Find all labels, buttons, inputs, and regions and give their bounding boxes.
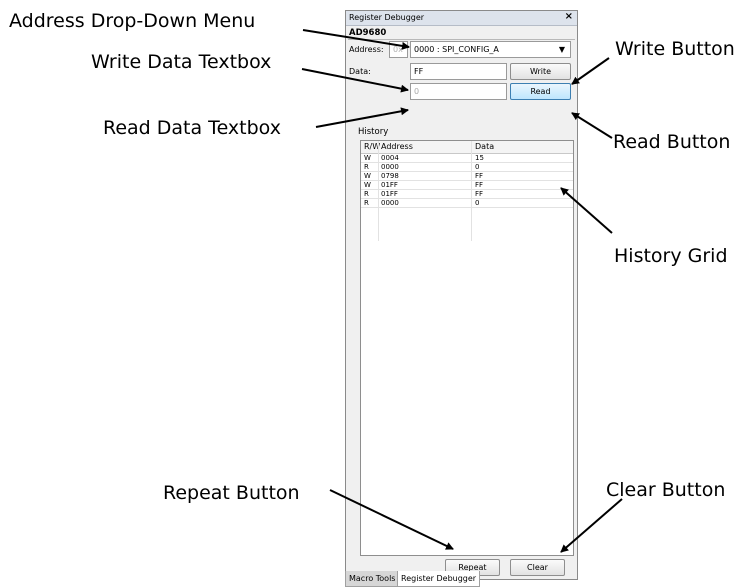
cell-data: FF: [475, 181, 484, 189]
tab-macro-tools[interactable]: Macro Tools: [345, 571, 400, 587]
panel-titlebar: Register Debugger ×: [346, 11, 577, 26]
callout-write-data-textbox: Write Data Textbox: [91, 51, 272, 73]
tab-register-debugger[interactable]: Register Debugger: [397, 571, 481, 587]
callout-read-data-textbox: Read Data Textbox: [103, 117, 281, 139]
cell-rw: R: [364, 190, 369, 198]
callout-history-grid: History Grid: [614, 245, 728, 267]
clear-button[interactable]: Clear: [510, 559, 565, 576]
address-dropdown-value: 0000 : SPI_CONFIG_A: [414, 45, 499, 54]
close-icon[interactable]: ×: [565, 11, 573, 22]
table-row[interactable]: W 0798 FF: [361, 172, 573, 181]
cell-address: 01FF: [381, 181, 398, 189]
address-label: Address:: [349, 45, 384, 54]
cell-data: FF: [475, 190, 484, 198]
register-debugger-panel: Register Debugger × AD9680 Address: 0x 0…: [345, 10, 578, 580]
column-header-address: Address: [381, 142, 413, 151]
read-button[interactable]: Read: [510, 83, 571, 100]
cell-address: 0000: [381, 199, 399, 207]
panel-title: Register Debugger: [349, 13, 425, 22]
cell-data: FF: [475, 172, 484, 180]
table-row[interactable]: R 0000 0: [361, 163, 573, 172]
data-label: Data:: [349, 67, 371, 76]
cell-address: 0000: [381, 163, 399, 171]
cell-rw: W: [364, 172, 371, 180]
device-name: AD9680: [349, 28, 387, 38]
history-grid-header: R/W Address Data: [361, 141, 573, 154]
write-data-textbox[interactable]: FF: [410, 63, 507, 80]
cell-address: 01FF: [381, 190, 398, 198]
read-data-textbox: 0: [410, 83, 507, 100]
cell-data: 0: [475, 163, 480, 171]
cell-rw: R: [364, 163, 369, 171]
address-prefix: 0x: [389, 41, 408, 58]
table-row[interactable]: R 01FF FF: [361, 190, 573, 199]
column-header-data: Data: [475, 142, 495, 151]
callout-address-dropdown: Address Drop-Down Menu: [9, 10, 256, 32]
cell-data: 0: [475, 199, 480, 207]
table-row[interactable]: W 0004 15: [361, 154, 573, 163]
history-label: History: [358, 127, 389, 137]
cell-address: 0798: [381, 172, 399, 180]
arrow-read-button: [571, 112, 613, 139]
cell-address: 0004: [381, 154, 399, 162]
chevron-down-icon: ▼: [558, 45, 565, 54]
callout-clear-button: Clear Button: [606, 479, 726, 501]
cell-rw: R: [364, 199, 369, 207]
callout-write-button: Write Button: [615, 38, 735, 60]
history-grid[interactable]: R/W Address Data W 0004 15 R 0000 0 W 07…: [360, 140, 574, 556]
cell-data: 15: [475, 154, 484, 162]
cell-rw: W: [364, 154, 371, 162]
table-row[interactable]: W 01FF FF: [361, 181, 573, 190]
callout-repeat-button: Repeat Button: [163, 482, 300, 504]
table-row[interactable]: R 0000 0: [361, 199, 573, 208]
cell-rw: W: [364, 181, 371, 189]
address-dropdown[interactable]: 0000 : SPI_CONFIG_A ▼: [410, 41, 571, 58]
callout-read-button: Read Button: [613, 131, 731, 153]
divider: [348, 39, 575, 40]
write-button[interactable]: Write: [510, 63, 571, 80]
